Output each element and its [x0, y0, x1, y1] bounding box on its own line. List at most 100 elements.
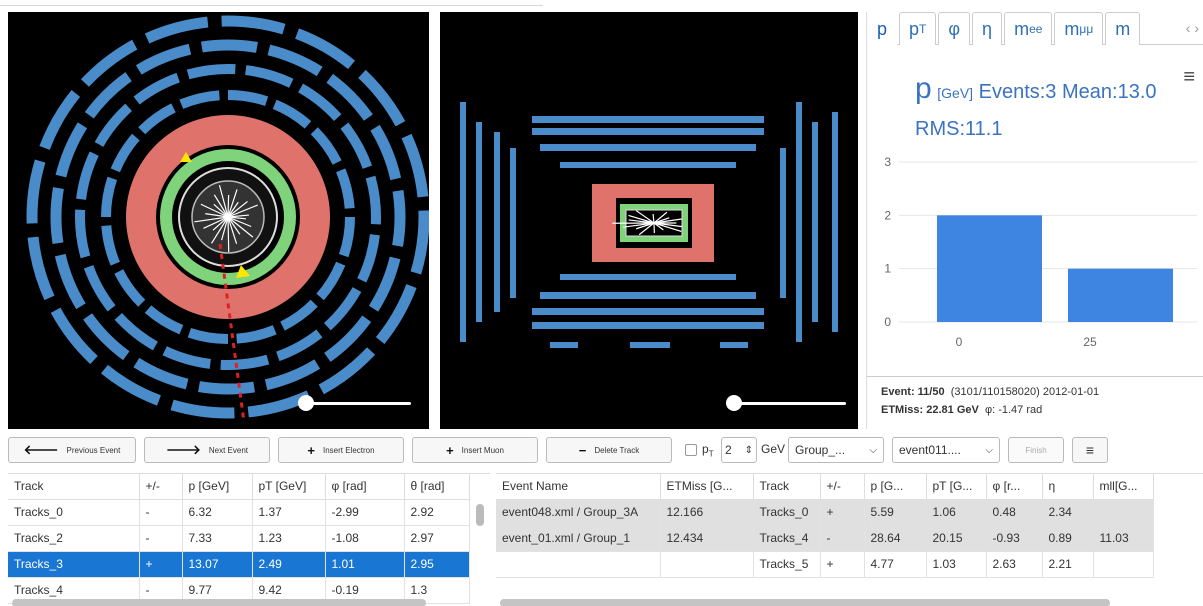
column-header-charge[interactable]: +/-	[820, 474, 865, 500]
muon-chamber-segment	[323, 287, 362, 331]
zoom-slider-knob[interactable]	[298, 395, 314, 411]
tab-p[interactable]: p	[867, 12, 898, 45]
finish-button[interactable]: Finish	[1008, 437, 1064, 463]
muon-chamber-segment	[162, 346, 211, 369]
table-row[interactable]: event048.xml / Group_3A 12.166 Tracks_0 +5.…	[496, 499, 1154, 526]
delete-track-button[interactable]: − Delete Track	[546, 437, 672, 463]
histogram-panel: p pT φ η m ee m μμ m ‹ › p [GeV] Events:3 …	[866, 12, 1203, 429]
tab-phi[interactable]: φ	[938, 12, 971, 45]
table-header-row: Event Name ETMiss [G... Track +/- p [G..…	[496, 474, 1154, 500]
table-cell: -0.93	[986, 525, 1043, 552]
column-header-eta[interactable]: η	[1042, 474, 1094, 500]
column-header-p[interactable]: p [G...	[864, 474, 927, 500]
horizontal-scrollbar[interactable]	[500, 599, 1110, 606]
column-header-track[interactable]: Track	[753, 474, 821, 500]
tab-eta[interactable]: η	[972, 12, 1003, 45]
muon-chamber-segment	[310, 127, 342, 165]
table-cell: 12.166	[660, 499, 754, 526]
muon-chamber-bar	[560, 274, 736, 280]
table-cell: 2.95	[404, 551, 470, 578]
tab-m[interactable]: m	[1105, 12, 1141, 45]
column-header-phi[interactable]: φ [r...	[986, 474, 1043, 500]
muon-chamber-bar	[540, 292, 756, 299]
table-cell	[1093, 499, 1154, 526]
muon-chamber-segment	[114, 269, 146, 307]
muon-chamber-segment	[276, 329, 323, 362]
column-header-pt[interactable]: pT [G...	[926, 474, 987, 500]
next-event-button[interactable]: 🡒 Next Event	[144, 437, 270, 463]
pt-threshold-stepper[interactable]: 2 ⇕	[721, 437, 757, 463]
table-cell: 0.48	[986, 499, 1043, 526]
chart-menu-icon[interactable]: ≡	[1183, 66, 1195, 89]
transverse-detector-view[interactable]	[8, 12, 429, 429]
muon-chamber-segment	[135, 43, 192, 75]
histogram-unit: [GeV]	[937, 85, 974, 101]
particle-track	[227, 216, 230, 253]
muon-chamber-segment	[54, 253, 86, 310]
column-header-charge[interactable]: +/-	[139, 474, 183, 500]
histogram-bar	[1068, 268, 1173, 322]
table-cell	[496, 551, 661, 578]
zoom-slider-track[interactable]	[308, 402, 411, 405]
table-cell: event_01.xml / Group_1	[496, 525, 661, 552]
insert-electron-button[interactable]: + Insert Electron	[278, 437, 404, 463]
zoom-slider-track[interactable]	[736, 402, 846, 405]
event-counter: Event: 11/50	[881, 386, 945, 398]
vertical-scrollbar[interactable]	[476, 504, 484, 526]
muon-chamber-segment	[170, 399, 235, 419]
event-select[interactable]: event011.... ⌵	[892, 437, 1000, 463]
previous-event-button[interactable]: 🡐 Previous Event	[8, 437, 136, 463]
muon-chamber-bar	[532, 128, 764, 135]
muon-chamber-bar	[510, 148, 516, 298]
muon-chamber-bar	[540, 144, 756, 151]
table-header-row: Track +/- p [GeV] pT [GeV] φ [rad] θ [ra…	[8, 474, 470, 500]
tab-scroll-arrows-icon[interactable]: ‹ ›	[1182, 12, 1203, 44]
transverse-view-graphic	[26, 15, 429, 423]
column-header-event-name[interactable]: Event Name	[496, 474, 661, 500]
tab-mmumu[interactable]: m μμ	[1054, 12, 1104, 45]
top-divider	[0, 5, 543, 6]
insert-muon-button[interactable]: + Insert Muon	[412, 437, 538, 463]
menu-icon[interactable]: ≡	[1072, 437, 1108, 463]
longitudinal-detector-view[interactable]	[440, 12, 858, 429]
table-cell: -1.08	[325, 525, 405, 552]
column-header-pt[interactable]: pT [GeV]	[252, 474, 326, 500]
x-tick-label: 25	[1083, 335, 1097, 349]
table-row[interactable]: Tracks_2-7.33 1.23 -1.08 2.97	[8, 525, 470, 552]
table-cell: 20.15	[926, 525, 987, 552]
arrow-left-icon: 🡐	[23, 442, 59, 457]
muon-chamber-bar	[532, 308, 764, 315]
table-row[interactable]: Tracks_0-6.32 1.37 -2.99 2.92	[8, 499, 470, 526]
muon-chamber-bar	[532, 116, 764, 123]
y-tick-label: 1	[884, 262, 891, 276]
column-header-etmiss[interactable]: ETMiss [G...	[660, 474, 754, 500]
event-info: Event: 11/50 (3101/110158020) 2012-01-01…	[867, 376, 1203, 429]
table-row[interactable]: Tracks_3 +13.07 2.49 1.01 2.95	[8, 551, 470, 578]
group-select[interactable]: Group_... ⌵	[788, 437, 884, 463]
muon-chamber-segment	[94, 103, 133, 147]
muon-chamber-segment	[365, 175, 381, 225]
arrow-right-icon: 🡒	[165, 442, 201, 457]
table-cell: Tracks_4	[753, 525, 821, 552]
column-header-theta[interactable]: θ [rad]	[404, 474, 470, 500]
table-row[interactable]: event_01.xml / Group_1 12.434 Tracks_4-28.…	[496, 525, 1154, 552]
muon-chamber-segment	[144, 305, 184, 335]
tab-pt[interactable]: pT	[899, 12, 937, 45]
muon-chamber-bar	[532, 322, 764, 329]
tab-mee[interactable]: m ee	[1004, 12, 1053, 45]
horizontal-scrollbar[interactable]	[12, 599, 426, 606]
y-tick-label: 3	[884, 155, 891, 169]
table-cell: 5.59	[864, 499, 927, 526]
muon-chamber-segment	[357, 234, 380, 283]
column-header-mll[interactable]: mll[G...	[1093, 474, 1154, 500]
muon-chamber-segment	[201, 39, 258, 53]
pt-filter-checkbox[interactable]	[685, 444, 697, 456]
table-cell: 6.32	[182, 499, 253, 526]
column-header-track[interactable]: Track	[8, 474, 140, 500]
column-header-p[interactable]: p [GeV]	[182, 474, 253, 500]
table-row[interactable]: Tracks_5 +4.77 1.03 2.63 2.21	[496, 551, 1154, 578]
column-header-phi[interactable]: φ [rad]	[325, 474, 405, 500]
zoom-slider-knob[interactable]	[726, 395, 742, 411]
table-cell: Tracks_0	[753, 499, 821, 526]
muon-chamber-segment	[267, 44, 323, 77]
